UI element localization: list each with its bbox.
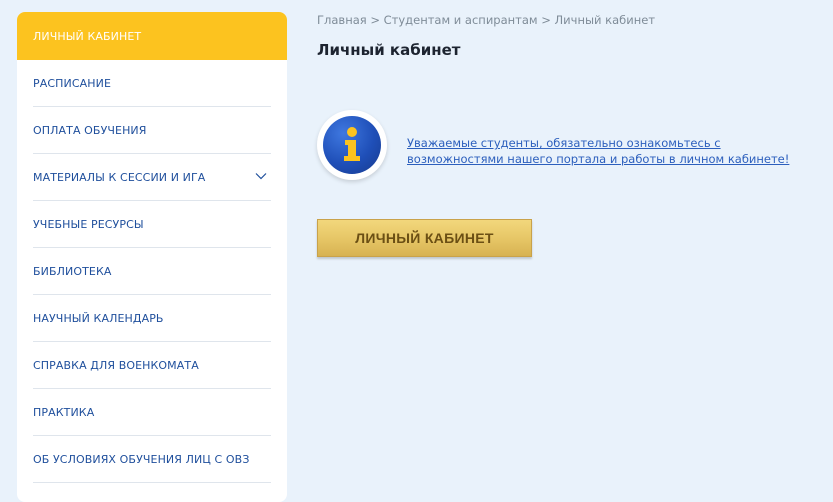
sidebar-item-label: ОПЛАТА ОБУЧЕНИЯ bbox=[33, 123, 147, 137]
sidebar-item-label: СПРАВКА ДЛЯ ВОЕНКОМАТА bbox=[33, 358, 199, 372]
sidebar-item-schedule[interactable]: РАСПИСАНИЕ bbox=[33, 60, 271, 107]
sidebar-item-label: МАТЕРИАЛЫ К СЕССИИ И ИГА bbox=[33, 170, 206, 184]
sidebar-item-label: РАСПИСАНИЕ bbox=[33, 76, 111, 90]
breadcrumb-separator: > bbox=[370, 13, 380, 27]
sidebar-item-personal-account[interactable]: ЛИЧНЫЙ КАБИНЕТ bbox=[17, 12, 287, 60]
chevron-down-icon[interactable] bbox=[255, 171, 267, 181]
breadcrumb-separator: > bbox=[541, 13, 551, 27]
sidebar-item-label: БИБЛИОТЕКА bbox=[33, 264, 112, 278]
breadcrumb: Главная > Студентам и аспирантам > Личны… bbox=[317, 13, 655, 27]
breadcrumb-current: Личный кабинет bbox=[554, 13, 656, 27]
sidebar-item-session-materials[interactable]: МАТЕРИАЛЫ К СЕССИИ И ИГА bbox=[33, 154, 271, 201]
breadcrumb-link-students[interactable]: Студентам и аспирантам bbox=[384, 13, 538, 27]
sidebar-menu: ЛИЧНЫЙ КАБИНЕТ РАСПИСАНИЕ ОПЛАТА ОБУЧЕНИ… bbox=[17, 12, 287, 502]
sidebar-item-practice[interactable]: ПРАКТИКА bbox=[33, 389, 271, 436]
sidebar-item-military-certificate[interactable]: СПРАВКА ДЛЯ ВОЕНКОМАТА bbox=[33, 342, 271, 389]
breadcrumb-link-home[interactable]: Главная bbox=[317, 13, 367, 27]
sidebar-item-disability-education[interactable]: ОБ УСЛОВИЯХ ОБУЧЕНИЯ ЛИЦ С ОВЗ bbox=[33, 436, 271, 483]
sidebar-item-label: ОБ УСЛОВИЯХ ОБУЧЕНИЯ ЛИЦ С ОВЗ bbox=[33, 452, 250, 466]
sidebar-item-label: УЧЕБНЫЕ РЕСУРСЫ bbox=[33, 217, 144, 231]
portal-notice-link[interactable]: Уважаемые студенты, обязательно ознакомь… bbox=[407, 135, 807, 167]
info-badge bbox=[317, 110, 387, 180]
personal-account-button[interactable]: ЛИЧНЫЙ КАБИНЕТ bbox=[317, 219, 532, 257]
sidebar-item-science-calendar[interactable]: НАУЧНЫЙ КАЛЕНДАРЬ bbox=[33, 295, 271, 342]
sidebar-item-label: НАУЧНЫЙ КАЛЕНДАРЬ bbox=[33, 311, 164, 325]
page-title: Личный кабинет bbox=[317, 41, 461, 59]
sidebar-item-label: ПРАКТИКА bbox=[33, 405, 95, 419]
sidebar-item-learning-resources[interactable]: УЧЕБНЫЕ РЕСУРСЫ bbox=[33, 201, 271, 248]
info-icon bbox=[344, 127, 360, 161]
sidebar-item-label: ЛИЧНЫЙ КАБИНЕТ bbox=[33, 29, 142, 43]
sidebar-item-tuition-payment[interactable]: ОПЛАТА ОБУЧЕНИЯ bbox=[33, 107, 271, 154]
sidebar-item-library[interactable]: БИБЛИОТЕКА bbox=[33, 248, 271, 295]
